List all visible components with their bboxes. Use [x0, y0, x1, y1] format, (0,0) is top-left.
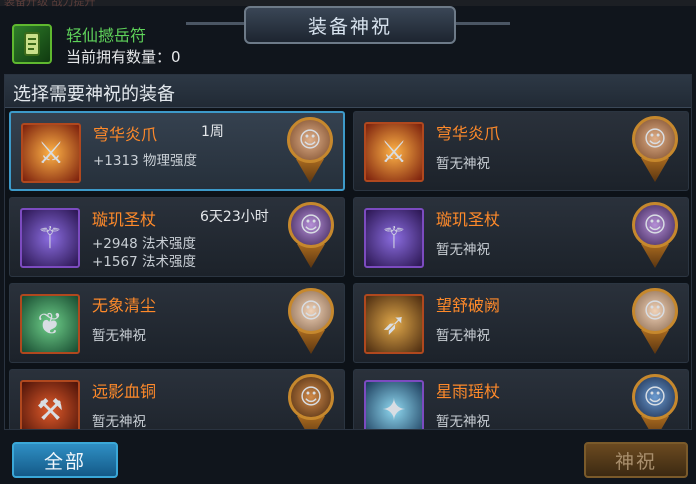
equipment-card[interactable]: ⚚ 璇玑圣杖 6天23小时 +2948 法术强度 +1567 法术强度 ☺: [9, 197, 345, 277]
charm-count: 当前拥有数量：0: [66, 48, 181, 66]
page-title: 装备神祝: [244, 6, 456, 44]
title-ornament-right: [450, 22, 510, 25]
hero-portrait: ☺: [288, 374, 334, 420]
equipment-stat: 暂无神祝: [92, 328, 146, 344]
equipment-name: 穹华炎爪: [436, 124, 501, 143]
equipment-stat: 暂无神祝: [436, 414, 490, 430]
claw-icon: ⚔: [364, 122, 424, 182]
top-strip-text: 装备升级 战力提升: [4, 0, 96, 8]
bless-duration: 1周: [201, 124, 224, 140]
bow-icon: ➶: [364, 294, 424, 354]
equipment-name: 远影血铜: [92, 382, 157, 401]
claw-icon: ⚔: [21, 123, 81, 183]
hero-portrait: ☺: [632, 374, 678, 420]
hero-portrait: ☺: [632, 116, 678, 162]
equipment-card[interactable]: ⚔ 穹华炎爪 1周 +1313 物理强度 ☺: [9, 111, 345, 191]
equipment-stat: 暂无神祝: [436, 156, 490, 172]
equipment-card[interactable]: ➶ 望舒破阙 暂无神祝 ☺: [353, 283, 689, 363]
title-ornament-left: [186, 22, 246, 25]
equipment-stat: +2948 法术强度: [92, 236, 196, 252]
mace-icon: ⚒: [20, 380, 80, 429]
hero-portrait: ☺: [288, 288, 334, 334]
equipment-card[interactable]: ✦ 星雨瑶杖 暂无神祝 ☺: [353, 369, 689, 430]
staff-icon: ⚚: [364, 208, 424, 268]
equipment-name: 无象清尘: [92, 296, 157, 315]
all-filter-button[interactable]: 全部: [12, 442, 118, 478]
equipment-stat: 暂无神祝: [436, 242, 490, 258]
panel-heading-text: 选择需要神祝的装备: [13, 84, 175, 105]
staff-icon: ⚚: [20, 208, 80, 268]
orb-staff-icon: ✦: [364, 380, 424, 429]
panel-heading: 选择需要神祝的装备: [5, 75, 691, 108]
charm-name: 轻仙撼岳符: [66, 26, 147, 45]
bless-duration: 6天23小时: [200, 209, 269, 225]
hero-portrait: ☺: [632, 288, 678, 334]
equipment-name: 望舒破阙: [436, 296, 501, 315]
equipment-card[interactable]: ❦ 无象清尘 暂无神祝 ☺: [9, 283, 345, 363]
equipment-stat: 暂无神祝: [92, 414, 146, 430]
equipment-stat: 暂无神祝: [436, 328, 490, 344]
equipment-card[interactable]: ⚒ 远影血铜 暂无神祝 ☺: [9, 369, 345, 430]
equipment-name: 璇玑圣杖: [436, 210, 501, 229]
equipment-card[interactable]: ⚔ 穹华炎爪 暂无神祝 ☺: [353, 111, 689, 191]
scroll-icon: [12, 24, 52, 64]
hero-portrait: ☺: [287, 117, 333, 163]
bless-button[interactable]: 神祝: [584, 442, 688, 478]
equipment-name: 璇玑圣杖: [92, 210, 157, 229]
equipment-stat: +1313 物理强度: [93, 153, 197, 169]
whisk-icon: ❦: [20, 294, 80, 354]
hero-portrait: ☺: [288, 202, 334, 248]
equipment-name: 穹华炎爪: [93, 125, 158, 144]
equipment-name: 星雨瑶杖: [436, 382, 501, 401]
hero-portrait: ☺: [632, 202, 678, 248]
equipment-card[interactable]: ⚚ 璇玑圣杖 暂无神祝 ☺: [353, 197, 689, 277]
equipment-panel: 选择需要神祝的装备 ⚔ 穹华炎爪 1周 +1313 物理强度 ☺ ⚔ 穹华炎爪 …: [4, 74, 692, 430]
equipment-stat: +1567 法术强度: [92, 254, 196, 270]
